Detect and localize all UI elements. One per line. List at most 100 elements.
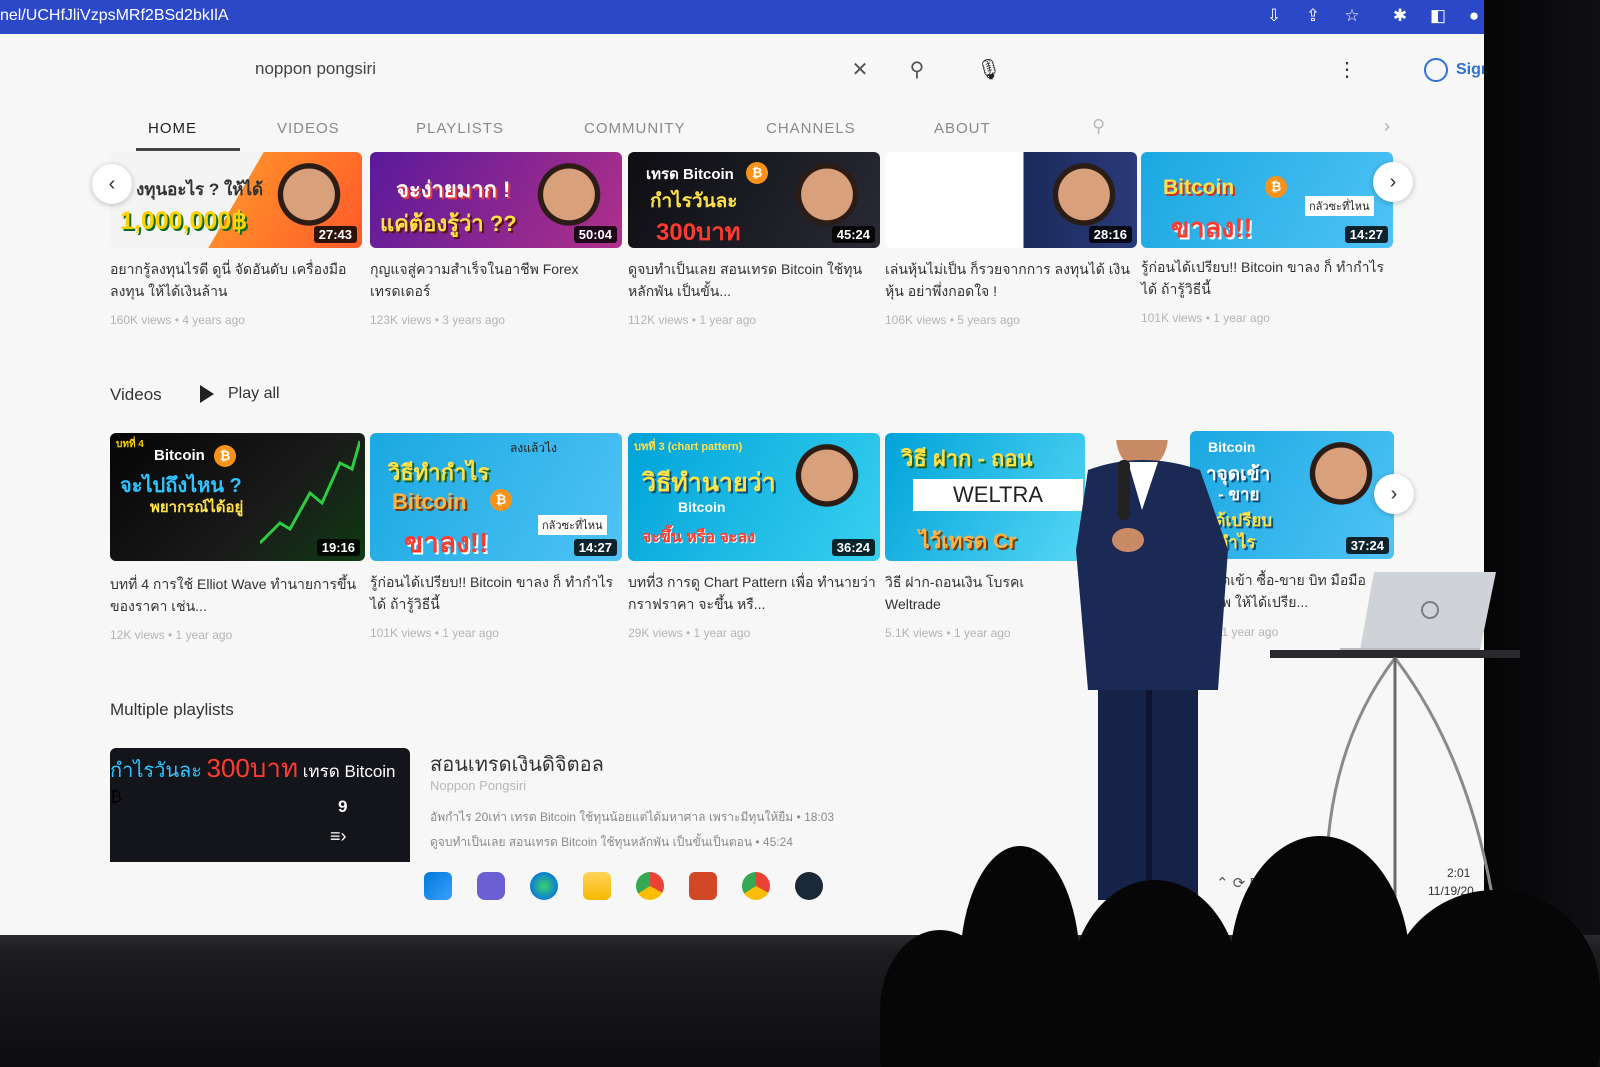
thumbnail-text: ขาลง!! <box>1171 213 1253 243</box>
thumbnail-text: Bitcoin <box>154 447 205 464</box>
video-duration: 36:24 <box>831 539 875 556</box>
sign-in-label: Sign in <box>1456 61 1484 78</box>
video-title[interactable]: บทที่3 การดู Chart Pattern เพื่อ ทำนายว่… <box>628 571 876 615</box>
carousel-next-button[interactable]: › <box>1373 162 1413 202</box>
more-options-icon[interactable]: ⋮ <box>1334 57 1360 83</box>
thumbnail-text: เทรด Bitcoin <box>646 166 734 183</box>
thumbnail-text: พยากรณ์ได้อยู่ <box>150 499 244 516</box>
playlist-item[interactable]: ดูจบทำเป็นเลย สอนเทรด Bitcoin ใช้ทุนหลัก… <box>430 833 793 852</box>
video-meta: 112K views • 1 year ago <box>628 313 757 327</box>
video-duration: 14:27 <box>573 539 617 556</box>
video-thumbnail[interactable]: จะง่ายมาก ! แค่ต้องรู้ว่า ?? 50:04 <box>370 152 622 248</box>
video-thumbnail[interactable]: งทุนอะไร ? ให้ได้ 1,000,000฿ 27:43 <box>110 152 362 248</box>
thumbnail-tag: กลัวซะที่ไหน <box>538 515 607 535</box>
playlist-channel[interactable]: Noppon Pongsiri <box>430 778 526 793</box>
powerpoint-icon[interactable] <box>689 872 717 900</box>
video-thumbnail[interactable]: บทที่ 4 Bitcoin ₿ จะไปถึงไหน ? พยากรณ์ได… <box>110 433 365 561</box>
video-thumbnail[interactable]: เทรด Bitcoin ₿ กำไรวันละ 300บาท 45:24 <box>628 152 880 248</box>
star-icon[interactable]: ☆ <box>1342 6 1362 26</box>
video-title[interactable]: วิธี ฝาก-ถอนเงิน โบรคเ Weltrade <box>885 571 1050 615</box>
video-meta: 160K views • 4 years ago <box>110 313 245 327</box>
window-icon[interactable]: ◧ <box>1428 6 1448 26</box>
laptop <box>1340 572 1496 656</box>
active-tab-indicator <box>136 148 240 151</box>
playlist-title[interactable]: สอนเทรดเงินดิจิตอล <box>430 748 604 780</box>
video-thumbnail[interactable]: ลงแล้วไง วิธีทำกำไร Bitcoin ₿ ขาลง!! กลั… <box>370 433 622 561</box>
play-all-button[interactable]: Play all <box>200 385 280 403</box>
tab-community[interactable]: COMMUNITY <box>584 120 686 137</box>
video-duration: 50:04 <box>573 226 617 243</box>
playlist-item[interactable]: อัพกำไร 20เท่า เทรด Bitcoin ใช้ทุนน้อยแต… <box>430 808 834 827</box>
thumbnail-text: วิธีทำกำไร <box>388 460 490 485</box>
thumbnail-text: 1,000,000฿ <box>120 207 248 235</box>
thumbnail-text: 300บาท <box>656 219 741 246</box>
video-duration: 28:16 <box>1088 226 1132 243</box>
thumbnail-text: 300บาท <box>206 753 299 783</box>
thumbnail-text: Bitcoin <box>1163 176 1235 199</box>
thumbnail-tag: ลงแล้วไง <box>510 441 557 455</box>
weltrade-logo: WELTRA <box>913 479 1083 511</box>
url-text[interactable]: nel/UCHfJliVzpsMRf2BSd2bkIlA <box>0 7 229 25</box>
extensions-icon[interactable]: ✱ <box>1390 6 1410 26</box>
teams-icon[interactable] <box>477 872 505 900</box>
bitcoin-icon: ₿ <box>110 789 122 806</box>
video-meta: 5.1K views • 1 year ago <box>885 626 1011 640</box>
microphone-icon[interactable]: 🎙 <box>976 57 1002 83</box>
tab-videos[interactable]: VIDEOS <box>277 120 340 137</box>
clear-search-icon[interactable]: ✕ <box>847 57 873 83</box>
channel-search-icon[interactable]: ⚲ <box>1092 116 1114 138</box>
search-icon[interactable]: ⚲ <box>904 57 930 83</box>
tabs-next-icon[interactable]: › <box>1384 116 1390 137</box>
carousel-next-button[interactable]: › <box>1374 474 1414 514</box>
video-title[interactable]: บทที่ 4 การใช้ Elliot Wave ทำนายการขึ้นข… <box>110 573 358 617</box>
playlist-thumbnail[interactable]: กำไรวันละ 300บาท เทรด Bitcoin ₿ <box>110 748 410 862</box>
thumbnail-text: Bitcoin <box>392 489 467 514</box>
thumbnail-text: แค่ต้องรู้ว่า ?? <box>380 211 517 236</box>
share-icon[interactable]: ⇪ <box>1303 6 1323 26</box>
carousel-prev-button[interactable]: ‹ <box>92 164 132 204</box>
thumbnail-text: จะง่ายมาก ! <box>396 177 511 202</box>
video-title[interactable]: ดูจบทำเป็นเลย สอนเทรด Bitcoin ใช้ทุนหลัก… <box>628 258 876 302</box>
thumbnail-text: ไว้เทรด Cr <box>919 530 1017 553</box>
video-thumbnail[interactable]: 28:16 <box>885 152 1137 248</box>
chrome-icon[interactable] <box>636 872 664 900</box>
profile-icon[interactable]: ● <box>1464 6 1484 26</box>
video-meta: 12K views • 1 year ago <box>110 628 233 642</box>
account-icon <box>1424 58 1448 82</box>
playlists-section-title: Multiple playlists <box>110 700 234 719</box>
file-explorer-icon[interactable] <box>583 872 611 900</box>
video-title[interactable]: อยากรู้ลงทุนไรดี ดูนี่ จัดอันดับ เครื่อง… <box>110 258 358 302</box>
video-meta: 29K views • 1 year ago <box>628 626 751 640</box>
steam-icon[interactable] <box>795 872 823 900</box>
tab-playlists[interactable]: PLAYLISTS <box>416 120 504 137</box>
thumbnail-text: เทรด Bitcoin <box>302 762 396 781</box>
install-icon[interactable]: ⇩ <box>1264 6 1284 26</box>
video-title[interactable]: กุญแจสู่ความสำเร็จในอาชีพ Forex เทรดเดอร… <box>370 258 618 302</box>
tab-home[interactable]: HOME <box>148 120 197 137</box>
sign-in-button[interactable]: Sign in <box>1424 56 1484 84</box>
presenter <box>1076 440 1228 900</box>
videos-section-title: Videos <box>110 385 162 404</box>
thumbnail-tag: บทที่ 3 (chart pattern) <box>634 441 743 453</box>
video-thumbnail[interactable]: วิธี ฝาก - ถอน WELTRA ไว้เทรด Cr <box>885 433 1085 561</box>
tab-about[interactable]: ABOUT <box>934 120 991 137</box>
video-title[interactable]: เล่นหุ้นไม่เป็น ก็รวยจากการ ลงทุนได้ เงิ… <box>885 258 1133 302</box>
thumbnail-text: วิธีทำนายว่า <box>642 469 776 497</box>
video-title[interactable]: รู้ก่อนได้เปรียบ!! Bitcoin ขาลง ก็ ทำกำไ… <box>1141 256 1389 300</box>
play-all-label: Play all <box>228 385 280 402</box>
search-input[interactable]: noppon pongsiri <box>255 59 376 79</box>
video-thumbnail[interactable]: บทที่ 3 (chart pattern) วิธีทำนายว่า Bit… <box>628 433 880 561</box>
browser-address-bar[interactable]: nel/UCHfJliVzpsMRf2BSd2bkIlA ⇩ ⇪ ☆ ✱ ◧ ● <box>0 0 1484 34</box>
edge-icon[interactable] <box>530 872 558 900</box>
chrome-profile-icon[interactable] <box>742 872 770 900</box>
presenter-face <box>1298 439 1384 525</box>
video-title[interactable]: รู้ก่อนได้เปรียบ!! Bitcoin ขาลง ก็ ทำกำไ… <box>370 571 618 615</box>
tab-channels[interactable]: CHANNELS <box>766 120 856 137</box>
thumbnail-text: Bitcoin <box>678 499 726 515</box>
projection-screen: nel/UCHfJliVzpsMRf2BSd2bkIlA ⇩ ⇪ ☆ ✱ ◧ ●… <box>0 0 1484 935</box>
video-thumbnail[interactable]: Bitcoin ₿ ขาลง!! กลัวซะที่ไหน 14:27 <box>1141 152 1393 248</box>
windows-start-icon[interactable] <box>424 872 452 900</box>
thumbnail-text: วิธี ฝาก - ถอน <box>901 446 1033 471</box>
bitcoin-icon: ₿ <box>1265 176 1287 198</box>
thumbnail-text: งทุนอะไร ? ให้ได้ <box>136 180 264 199</box>
